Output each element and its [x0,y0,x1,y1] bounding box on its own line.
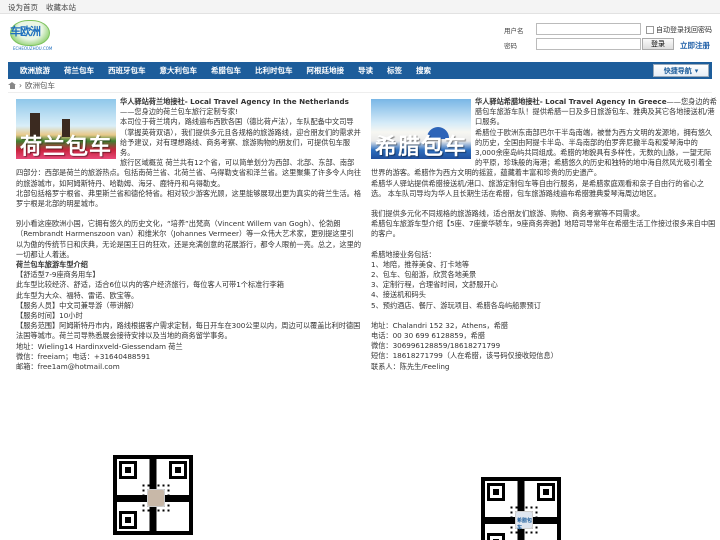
password-input[interactable] [536,38,641,50]
nav-item-tags[interactable]: 标签 [380,62,409,79]
breadcrumb: › 欧洲包车 [8,79,712,93]
greece-intro-routes: 我们提供多元化不同规格的旅游路线，适合朋友们旅游、购物、商务考察等不同需求。 [371,209,645,219]
greece-service-line: 3、定制行程，合理省时间，文舒服开心 [371,280,498,290]
netherlands-overview: 旅行区域概览 荷兰共有12个省，可以简单划分为西部、北部、东部、南部四部分：西部… [16,158,362,188]
checkbox-icon [646,26,654,34]
netherlands-title-suffix: ——您身边的荷兰包车旅行定制专家! [120,107,238,117]
home-icon[interactable] [8,82,16,89]
greece-contact-line: 地址：Chalandri 152 32，Athens，希腊 [371,320,509,330]
netherlands-history: 别小看这座欧洲小国，它拥有悠久的历史文化，“培养”出梵高（Vincent Wil… [16,219,362,259]
greece-contact-line: 微信：306996128859/18618271799 [371,341,501,351]
greece-contact-line: 联系人：陈先生/Feeling [371,361,450,371]
greece-contact-line: 电话：00 30 699 6128859，希腊 [371,331,486,341]
site-logo[interactable]: 车欧洲 ECHEOUZHOU.COM [8,15,56,55]
register-link[interactable]: 立即注册 [680,40,710,51]
nav-item-argentina[interactable]: 阿根廷地接 [300,62,352,79]
remember-checkbox[interactable]: 自动登录 [646,25,684,35]
login-button[interactable]: 登录 [642,38,674,50]
username-input[interactable] [536,23,641,35]
netherlands-hero-text: 荷兰包车 [20,134,113,159]
greece-section: 希腊包车 华人驿站希腊地接社- Local Travel Agency In G… [371,97,718,372]
netherlands-title: 华人驿站荷兰地接社- Local Travel Agency In the Ne… [120,97,349,106]
breadcrumb-separator-icon: › [19,81,22,90]
netherlands-overview-north: 北部包括格罗宁根省、弗里斯兰省和德伦特省。相对较少游客光顾，这里能够展现出更为真… [16,188,362,209]
chevron-down-icon: ▾ [694,66,699,75]
netherlands-service-line: 【舒适型7-9座商务用车】 [16,270,100,280]
quick-nav-label: 快捷导航 [663,66,692,75]
nav-item-belgium[interactable]: 比利时包车 [248,62,300,79]
greece-qr-code: 希腊包车 [481,477,561,540]
nav-item-spain[interactable]: 西班牙包车 [101,62,153,79]
greece-service-line: 2、包车、包船游，欣赏各地美景 [371,270,477,280]
netherlands-qr-code [113,455,193,535]
netherlands-service-line: 【服务人员】中文司兼导游（带讲解） [16,300,139,310]
nav-item-search[interactable]: 搜索 [409,62,438,79]
greece-models: 希腊包车旅游车型介绍【5座、7座豪华轿车，9座商务奔驰】地陪司导常年在希腊生活工… [371,219,716,239]
netherlands-services-title: 荷兰包车旅游车型介绍 [16,260,88,270]
logo-text: 车欧洲 [10,25,41,38]
nav-item-italy[interactable]: 意大利包车 [153,62,205,79]
netherlands-service-line: 此车型比较经济、舒适，适合6位以内的客户经济旅行，每位客人可带1个标准行李箱 [16,280,284,290]
greece-contact-line: 短信：18618271799（人在希腊，该号码仅接收短信息） [371,351,558,361]
greece-hero-image: 希腊包车 [371,99,471,159]
greece-title: 华人驿站希腊地接社- Local Travel Agency In Greece [475,97,667,106]
netherlands-contact-line: 邮箱：free1am@hotmail.com [16,362,120,372]
nav-item-greece[interactable]: 希腊包车 [204,62,248,79]
password-label: 密码 [504,42,517,50]
greece-service-line: 4、接送机和码头 [371,290,426,300]
nav-item-europe-travel[interactable]: 欧洲旅游 [13,62,57,79]
windmill-icon [30,113,40,137]
netherlands-contact-line: 地址：Wieling14 Hardinxveld-Giessendam 荷兰 [16,341,183,351]
bookmark-link[interactable]: 收藏本站 [46,2,76,13]
forgot-password-link[interactable]: 找回密码 [684,25,712,35]
avatar [147,489,165,507]
header: 车欧洲 ECHEOUZHOU.COM 用户名 自动登录 找回密码 密码 登录 立… [8,14,712,62]
greece-service-line: 5、预约酒店、餐厅、游玩项目、希腊各岛屿船票预订 [371,300,541,310]
greece-service-line: 1、地陪，推荐美食、打卡地等 [371,259,470,269]
netherlands-hero-image: 荷兰包车 [16,99,116,159]
main-nav: 欧洲旅游 荷兰包车 西班牙包车 意大利包车 希腊包车 比利时包车 阿根廷地接 导… [8,62,712,79]
remember-label: 自动登录 [656,26,684,34]
breadcrumb-current[interactable]: 欧洲包车 [25,80,55,91]
greece-services-title: 希腊地接业务包括： [371,249,436,259]
netherlands-contact-line: 微信：freeiam；电话：+31640488591 [16,351,151,361]
greece-intro-service: 希腊华人驿站提供希腊接送机/港口、旅游定制包车等自由行服务，是希腊家庭观看和亲子… [371,178,705,198]
nav-item-guide[interactable]: 导读 [351,62,380,79]
top-bar: 设为首页 收藏本站 [0,0,720,14]
greece-hero-text: 希腊包车 [375,134,468,159]
netherlands-section: 荷兰包车 华人驿站荷兰地接社- Local Travel Agency In t… [16,97,361,372]
avatar: 希腊包车 [515,511,533,531]
nav-item-netherlands[interactable]: 荷兰包车 [57,62,101,79]
netherlands-service-line: 【服务范围】阿姆斯特丹市内，路线根据客户需求定制，每日开车在300公里以内，周边… [16,321,361,341]
logo-tagline: ECHEOUZHOU.COM [13,46,53,51]
username-label: 用户名 [504,27,524,35]
netherlands-service-line: 此车型为大众、福特、雷诺、欧宝等。 [16,290,139,300]
set-homepage-link[interactable]: 设为首页 [8,2,38,13]
main-content: 荷兰包车 华人驿站荷兰地接社- Local Travel Agency In t… [8,93,717,540]
netherlands-service-line: 【服务时间】10小时 [16,311,83,321]
login-form: 用户名 自动登录 找回密码 密码 登录 立即注册 [504,23,712,53]
quick-nav-button[interactable]: 快捷导航 ▾ [653,64,709,77]
